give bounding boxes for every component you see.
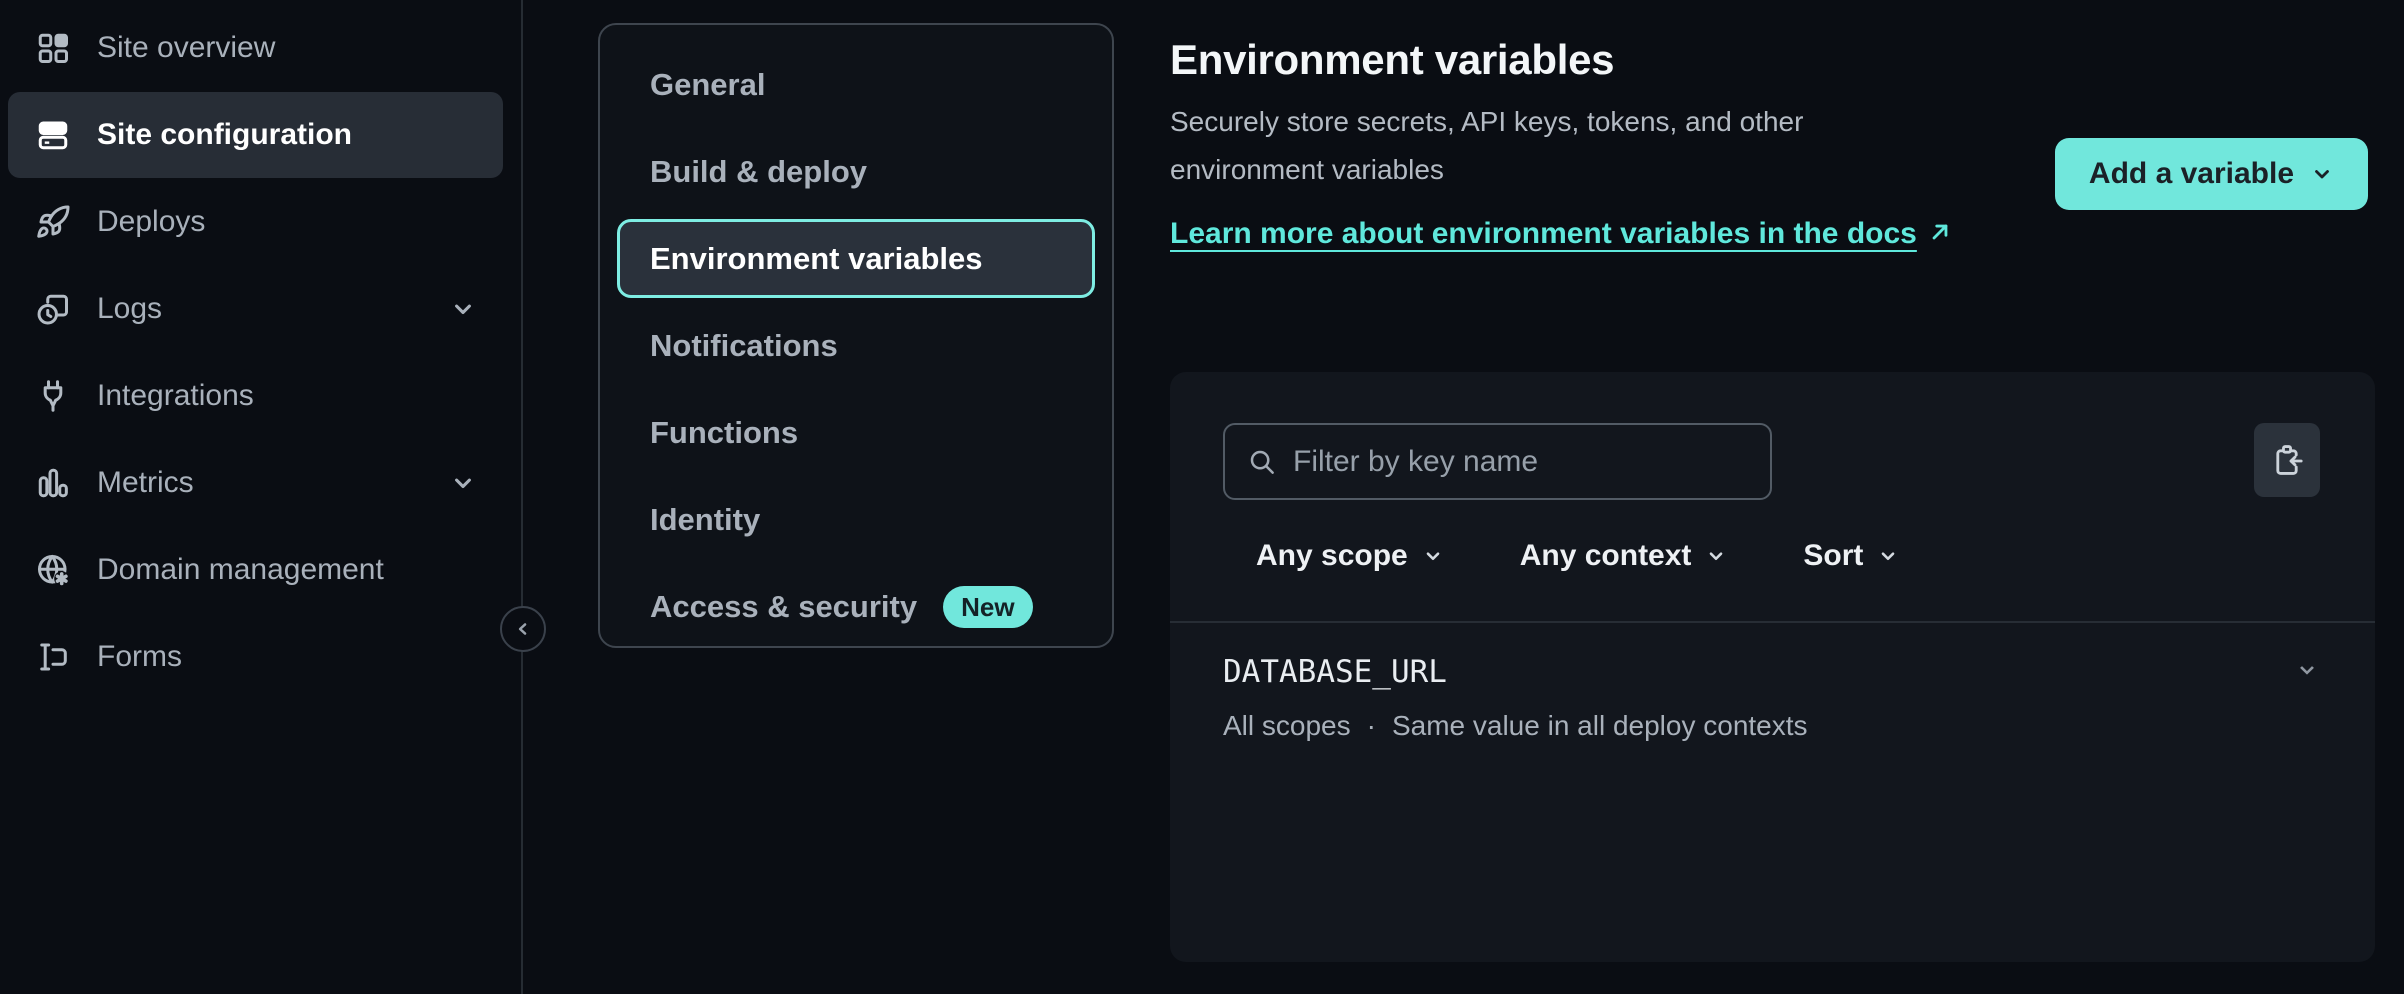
docs-link[interactable]: Learn more about environment variables i… [1170,217,1917,250]
arrow-up-right-icon [1927,210,1953,258]
sidebar-item-deploys[interactable]: Deploys [8,179,503,265]
paste-import-icon [2270,443,2304,477]
env-vars-panel: Any scope Any context Sort DATABASE_URL … [1170,372,2375,962]
settings-nav-item-build-deploy[interactable]: Build & deploy [600,128,1112,215]
search-box [1223,423,1772,500]
filter-bar: Any scope Any context Sort [1256,528,1899,584]
sidebar-item-label: Deploys [97,205,205,239]
settings-item-label: General [650,67,765,103]
search-icon [1247,447,1277,477]
logs-clock-icon [35,291,71,327]
sidebar-item-label: Forms [97,640,182,674]
rocket-icon [35,204,71,240]
settings-nav-item-identity[interactable]: Identity [600,476,1112,563]
sidebar-item-logs[interactable]: Logs [8,266,503,352]
settings-nav-item-environment-variables[interactable]: Environment variables [617,219,1095,298]
settings-nav-item-access-security[interactable]: Access & security New [600,563,1112,650]
sidebar-item-forms[interactable]: Forms [8,614,503,700]
settings-item-label: Identity [650,502,760,538]
sidebar-item-site-overview[interactable]: Site overview [8,5,503,91]
chevron-down-icon [1705,545,1727,567]
sidebar-item-domain-management[interactable]: Domain management [8,527,503,613]
sidebar-collapse-button[interactable] [500,606,546,652]
import-env-button[interactable] [2254,423,2320,497]
settings-item-label: Functions [650,415,798,451]
sidebar-item-metrics[interactable]: Metrics [8,440,503,526]
filter-dropdown-any-scope[interactable]: Any scope [1256,539,1444,573]
chevron-down-icon [2310,162,2334,186]
new-badge: New [943,586,1032,628]
filter-dropdown-sort[interactable]: Sort [1803,539,1899,573]
grid-icon [35,30,71,66]
sidebar-item-label: Integrations [97,379,254,413]
settings-nav-item-general[interactable]: General [600,41,1112,128]
sidebar-item-label: Domain management [97,553,384,587]
sidebar-item-label: Metrics [97,466,194,500]
app-screen: Site overview Site configuration Deploys… [0,0,2404,994]
sidebar-nav: Site overview Site configuration Deploys… [0,5,521,700]
env-var-row[interactable]: DATABASE_URL All scopes · Same value in … [1223,650,2320,744]
filter-label: Sort [1803,539,1863,573]
meta-separator: · [1367,708,1376,744]
filter-key-input[interactable] [1293,445,1748,479]
env-var-key: DATABASE_URL [1223,650,1447,694]
chevron-down-icon[interactable] [2294,659,2320,685]
chevron-left-icon [513,619,533,639]
sidebar-item-label: Site configuration [97,118,352,152]
bar-chart-icon [35,465,71,501]
filter-label: Any scope [1256,539,1408,573]
chevron-down-icon [1422,545,1444,567]
settings-item-label: Access & security [650,589,917,625]
sidebar-item-site-configuration[interactable]: Site configuration [8,92,503,178]
settings-item-label: Environment variables [650,241,983,277]
filter-dropdown-any-context[interactable]: Any context [1520,539,1728,573]
plug-icon [35,378,71,414]
env-var-contexts: Same value in all deploy contexts [1392,708,1808,744]
form-input-icon [35,639,71,675]
settings-item-label: Notifications [650,328,838,364]
sidebar: Site overview Site configuration Deploys… [0,0,523,994]
sidebar-item-label: Logs [97,292,162,326]
chevron-down-icon [1877,545,1899,567]
env-var-scopes: All scopes [1223,708,1351,744]
globe-icon [35,552,71,588]
main-content: Environment variables Securely store sec… [1170,0,2375,994]
settings-nav-item-functions[interactable]: Functions [600,389,1112,476]
chevron-down-icon [449,295,477,323]
page-description: Securely store secrets, API keys, tokens… [1170,98,1960,194]
docs-link-line: Learn more about environment variables i… [1170,210,1960,258]
settings-nav-card: General Build & deploy Environment varia… [598,23,1114,648]
page-title: Environment variables [1170,36,2375,84]
settings-nav-item-notifications[interactable]: Notifications [600,302,1112,389]
chevron-down-icon [449,469,477,497]
sidebar-item-label: Site overview [97,31,275,65]
filter-label: Any context [1520,539,1692,573]
panel-divider [1170,621,2375,623]
server-icon [35,117,71,153]
sidebar-item-integrations[interactable]: Integrations [8,353,503,439]
add-variable-button[interactable]: Add a variable [2055,138,2368,210]
settings-item-label: Build & deploy [650,154,867,190]
add-variable-button-label: Add a variable [2089,157,2294,191]
